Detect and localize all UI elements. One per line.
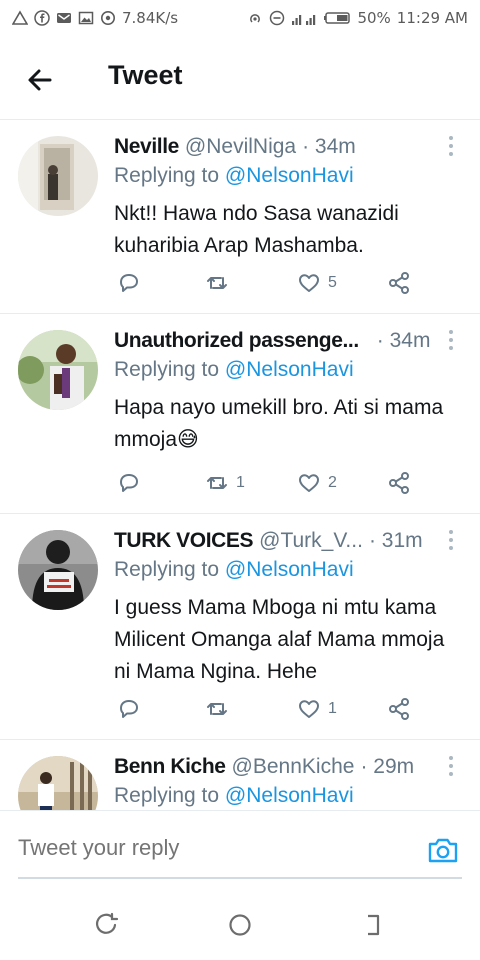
- tweet-text: Hapa nayo umekill bro. Ati si mama mmoja…: [114, 396, 444, 451]
- mention-link[interactable]: @NelsonHavi: [225, 784, 354, 807]
- retweet-button[interactable]: 1: [204, 470, 245, 496]
- replying-to: Replying to @NelsonHavi: [114, 784, 354, 808]
- replying-to: Replying to @NelsonHavi: [114, 164, 354, 188]
- reply-icon: [120, 700, 138, 718]
- timestamp: · 29m: [360, 755, 415, 778]
- replying-label: Replying to: [114, 784, 225, 807]
- more-vertical-icon[interactable]: [444, 328, 458, 352]
- replying-label: Replying to: [114, 558, 225, 581]
- like-button[interactable]: 2: [296, 470, 337, 496]
- timestamp: · 34m: [302, 135, 356, 158]
- avatar[interactable]: [18, 756, 98, 810]
- warning-icon: [12, 10, 28, 25]
- more-vertical-icon[interactable]: [444, 754, 458, 778]
- battery-icon: [324, 12, 351, 24]
- heart-icon: [299, 474, 319, 492]
- retweet-icon: [207, 277, 227, 289]
- like-count: 2: [328, 474, 337, 491]
- network-speed: 7.84K/s: [122, 9, 179, 27]
- timestamp: · 34m: [376, 329, 431, 352]
- heart-icon: [299, 700, 319, 718]
- timestamp: · 31m: [368, 529, 423, 552]
- heart-icon: [299, 274, 319, 292]
- signal-icon: [292, 15, 316, 25]
- share-button[interactable]: [386, 270, 412, 296]
- retweet-icon: [207, 477, 227, 489]
- reply-feed[interactable]: Neville @NevilNiga · 34m Replying to @Ne…: [0, 120, 480, 810]
- tweet-item[interactable]: Unauthorized passenge... · 34m Replying …: [0, 314, 480, 514]
- notification-icons: 7.84K/s: [12, 9, 178, 27]
- replying-label: Replying to: [114, 358, 225, 381]
- back-nav-icon[interactable]: [360, 912, 386, 938]
- more-vertical-icon[interactable]: [444, 528, 458, 552]
- mention-link[interactable]: @NelsonHavi: [225, 164, 354, 187]
- reply-button[interactable]: [116, 470, 142, 496]
- like-button[interactable]: 5: [296, 270, 337, 296]
- do-not-disturb-icon: [270, 10, 285, 26]
- avatar[interactable]: [18, 330, 98, 410]
- camera-icon[interactable]: [426, 833, 460, 867]
- app-bar: Tweet: [0, 36, 480, 120]
- recents-icon[interactable]: [94, 912, 120, 938]
- retweet-icon: [207, 703, 227, 715]
- display-name[interactable]: Neville: [114, 135, 179, 159]
- share-icon: [389, 698, 409, 720]
- share-icon: [389, 472, 409, 494]
- like-count: 1: [328, 700, 337, 717]
- display-name[interactable]: Benn Kiche: [114, 755, 226, 779]
- facebook-icon: [34, 10, 50, 26]
- share-icon: [389, 272, 409, 294]
- tweet-actions: 5: [114, 270, 434, 300]
- gallery-icon: [78, 11, 94, 25]
- retweet-button[interactable]: [204, 696, 236, 722]
- clock: 11:29 AM: [396, 9, 468, 27]
- avatar[interactable]: [18, 530, 98, 610]
- avatar[interactable]: [18, 136, 98, 216]
- sync-icon: [101, 11, 115, 25]
- page-title: Tweet: [108, 60, 183, 90]
- mention-link[interactable]: @NelsonHavi: [225, 558, 354, 581]
- like-button[interactable]: 1: [296, 696, 337, 722]
- battery-percent: 50%: [357, 9, 391, 27]
- replying-to: Replying to @NelsonHavi: [114, 358, 354, 382]
- tweet-actions: 1: [114, 696, 434, 726]
- more-vertical-icon[interactable]: [444, 134, 458, 158]
- user-handle[interactable]: @BennKiche: [232, 755, 355, 779]
- reply-button[interactable]: [116, 696, 142, 722]
- share-button[interactable]: [386, 470, 412, 496]
- retweet-count: 1: [236, 474, 245, 491]
- tweet-actions: 1 2: [114, 470, 434, 500]
- display-name[interactable]: Unauthorized passenge...: [114, 329, 359, 353]
- retweet-button[interactable]: [204, 270, 236, 296]
- replying-label: Replying to: [114, 164, 225, 187]
- reply-icon: [120, 274, 138, 292]
- like-count: 5: [328, 274, 337, 291]
- display-name[interactable]: TURK VOICES: [114, 529, 253, 553]
- share-button[interactable]: [386, 696, 412, 722]
- tweet-text: I guess Mama Mboga ni mtu kama Milicent …: [114, 596, 445, 683]
- tweet-item[interactable]: Benn Kiche @BennKiche · 29m Replying to …: [0, 740, 480, 810]
- tweet-text: Nkt!! Hawa ndo Sasa wanazidi kuharibia A…: [114, 202, 399, 257]
- system-nav-bar: [0, 892, 480, 960]
- reply-button[interactable]: [116, 270, 142, 296]
- replying-to: Replying to @NelsonHavi: [114, 558, 354, 582]
- reply-input[interactable]: [18, 835, 413, 861]
- reply-composer: [0, 810, 480, 892]
- gmail-icon: [57, 13, 71, 23]
- tweet-item[interactable]: TURK VOICES @Turk_V... · 31m Replying to…: [0, 514, 480, 740]
- user-handle[interactable]: @NevilNiga: [185, 135, 296, 159]
- reply-icon: [120, 474, 138, 492]
- status-bar: 7.84K/s 50% 11:29 AM: [0, 0, 480, 36]
- input-underline: [18, 877, 462, 879]
- tweet-item[interactable]: Neville @NevilNiga · 34m Replying to @Ne…: [0, 120, 480, 314]
- hotspot-icon: [250, 14, 261, 23]
- mention-link[interactable]: @NelsonHavi: [225, 358, 354, 381]
- arrow-left-icon[interactable]: [24, 64, 56, 96]
- user-handle[interactable]: @Turk_V...: [259, 529, 363, 553]
- home-icon[interactable]: [227, 912, 253, 938]
